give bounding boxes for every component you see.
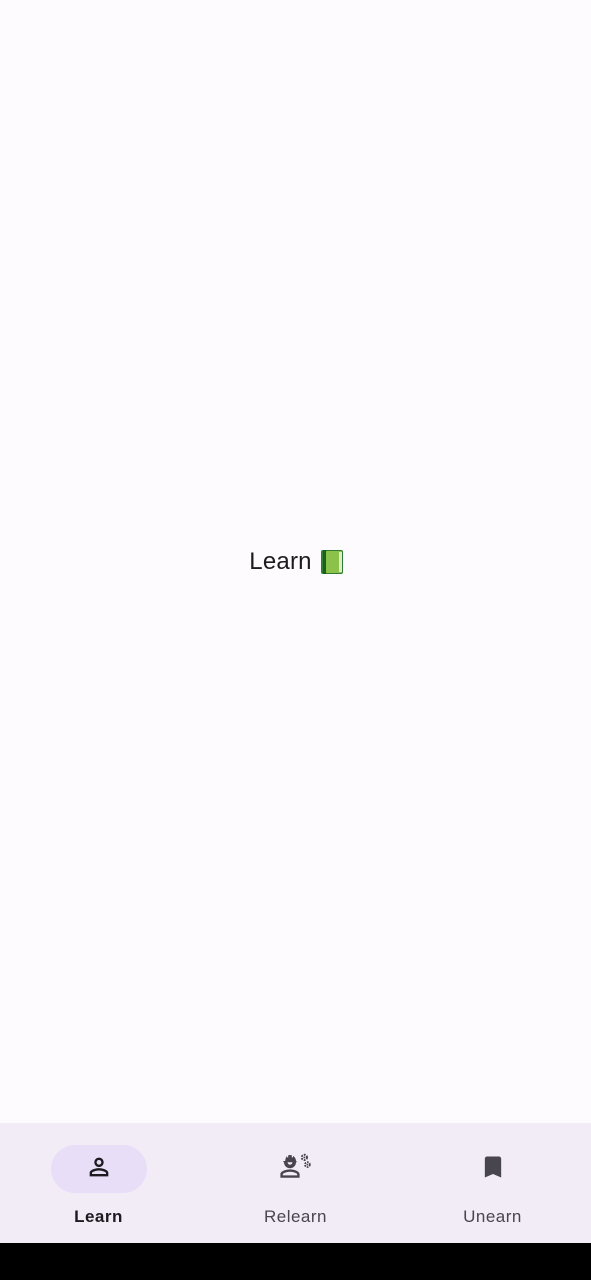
main-content: Learn: [0, 0, 591, 1123]
indicator-placeholder: [445, 1145, 541, 1193]
indicator-placeholder: [248, 1145, 344, 1193]
nav-item-unearn[interactable]: Unearn: [394, 1123, 591, 1243]
bookmark-icon: [479, 1152, 507, 1187]
nav-label-unearn: Unearn: [463, 1207, 522, 1226]
green-book-icon: [320, 549, 344, 575]
nav-item-learn[interactable]: Learn: [0, 1123, 197, 1243]
app-screen: Learn Learn Relearn Unearn: [0, 0, 591, 1280]
active-indicator: [50, 1145, 147, 1193]
nav-label-relearn: Relearn: [263, 1207, 328, 1226]
nav-label-learn: Learn: [74, 1207, 123, 1226]
page-title-row: Learn: [249, 548, 343, 576]
engineering-icon: [278, 1152, 314, 1187]
nav-item-relearn[interactable]: Relearn: [197, 1123, 394, 1243]
page-title: Learn: [249, 547, 312, 575]
system-navigation-bar: [0, 1243, 591, 1280]
person-icon: [85, 1153, 113, 1186]
bottom-navigation-bar: Learn Relearn Unearn: [0, 1123, 591, 1243]
